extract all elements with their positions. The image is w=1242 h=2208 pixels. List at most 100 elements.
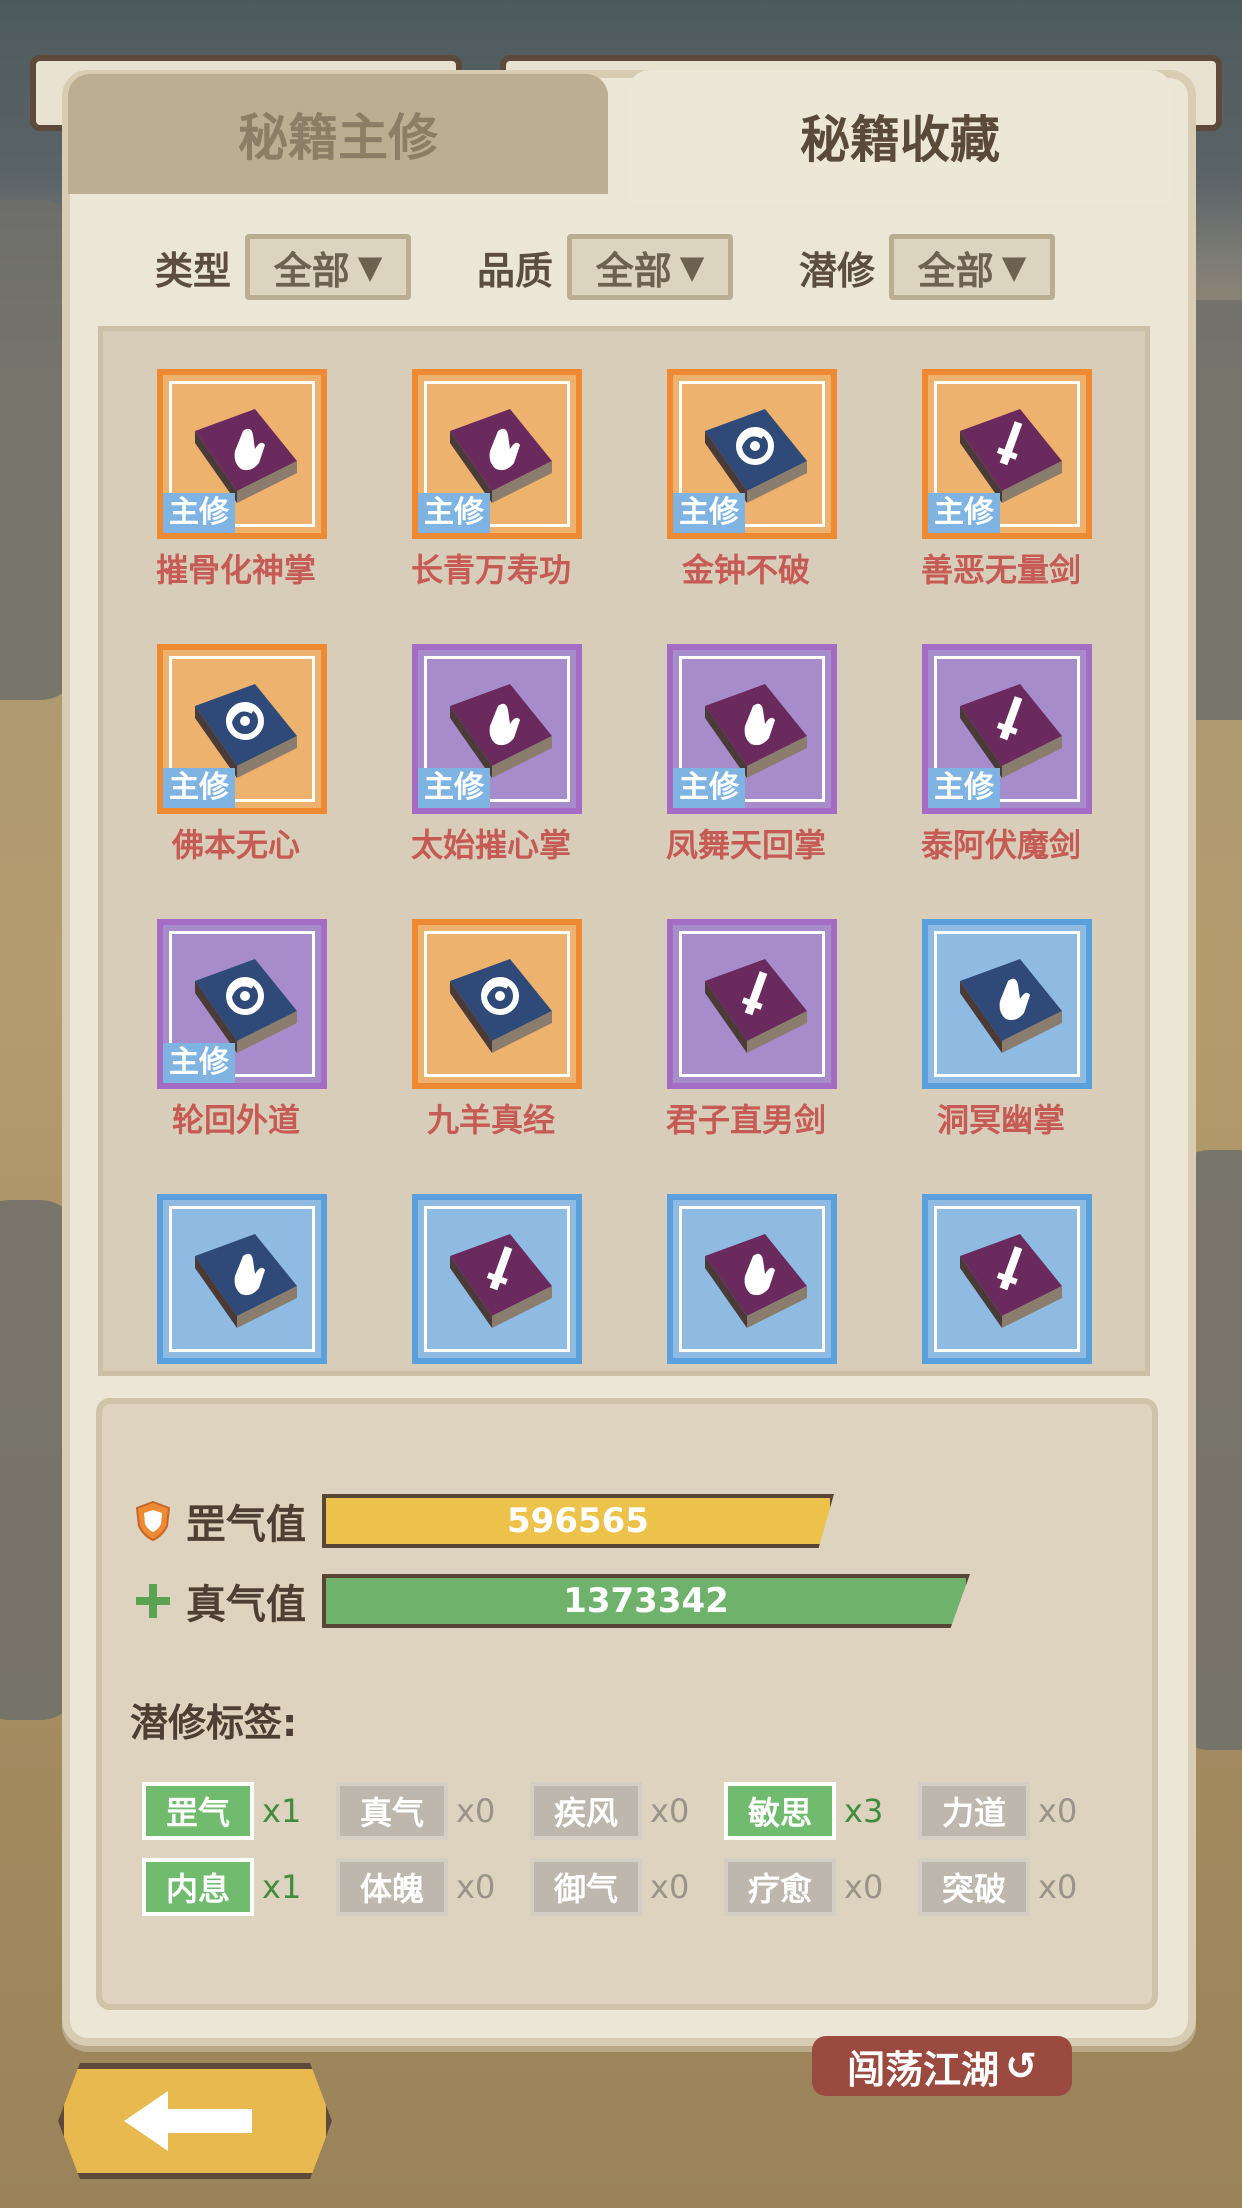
scripture-card[interactable] xyxy=(667,919,837,1089)
scripture-card[interactable]: 主修 xyxy=(157,644,327,814)
scripture-name: 九羊真经 xyxy=(426,1101,555,1139)
scripture-item[interactable] xyxy=(139,1194,339,1371)
scripture-card[interactable]: 主修 xyxy=(922,369,1092,539)
scripture-name: 泰阿伏魔剑 xyxy=(920,826,1081,864)
scripture-name: 凤舞天回掌 xyxy=(665,826,826,864)
latent-tag-chip: 御气 x0 xyxy=(530,1858,689,1916)
latent-tag-chip: 疾风 x0 xyxy=(530,1782,689,1840)
latent-tag-chip: 敏思 x3 xyxy=(724,1782,883,1840)
latent-tag-label: 体魄 xyxy=(336,1858,448,1916)
back-button[interactable] xyxy=(58,2063,332,2179)
arrow-left-icon xyxy=(124,2091,252,2151)
scripture-item[interactable] xyxy=(649,1194,849,1371)
main-tag: 主修 xyxy=(418,768,490,808)
roam-label: 闯荡江湖 xyxy=(847,2047,1000,2092)
tab-scripture-collection[interactable]: 秘籍收藏 xyxy=(628,70,1172,202)
type-filter-label: 类型 xyxy=(155,248,232,293)
scripture-item[interactable]: 主修 长青万寿功 xyxy=(394,369,594,599)
scripture-card[interactable]: 主修 xyxy=(667,644,837,814)
latent-tag-label: 疾风 xyxy=(530,1782,642,1840)
latent-tag-count: x3 xyxy=(844,1792,884,1830)
scripture-item[interactable]: 九羊真经 xyxy=(394,919,594,1149)
latent-tags-title: 潜修标签: xyxy=(130,1701,298,1745)
latent-tag-label: 疗愈 xyxy=(724,1858,836,1916)
return-icon: ↺ xyxy=(1005,2044,1037,2088)
zhen-label: 真气值 xyxy=(186,1582,306,1628)
scripture-name: 太始摧心掌 xyxy=(410,826,571,864)
gang-row: 罡气值 596565 xyxy=(134,1492,834,1550)
gang-bar: 596565 xyxy=(322,1494,834,1548)
scripture-item[interactable]: 君子直男剑 xyxy=(649,919,849,1149)
quality-filter-dropdown[interactable]: 全部 ▼ xyxy=(567,234,734,300)
scripture-name: 轮回外道 xyxy=(171,1101,300,1139)
scripture-card[interactable]: 主修 xyxy=(157,369,327,539)
scripture-item[interactable]: 主修 轮回外道 xyxy=(139,919,339,1149)
latent-tag-label: 力道 xyxy=(918,1782,1030,1840)
scripture-book-icon xyxy=(195,1234,297,1328)
latent-tag-count: x1 xyxy=(262,1792,302,1830)
latent-tag-chip: 体魄 x0 xyxy=(336,1858,495,1916)
stats-panel: 罡气值 596565 真气值 1373342 潜修标签: 罡气 x1 真气 x0 疾… xyxy=(96,1398,1158,2010)
scripture-name: 洞冥幽掌 xyxy=(936,1101,1065,1139)
scripture-item[interactable]: 主修 摧骨化神掌 xyxy=(139,369,339,599)
latent-tag-count: x1 xyxy=(262,1868,302,1906)
latent-tag-chip: 力道 x0 xyxy=(918,1782,1077,1840)
scripture-name: 善恶无量剑 xyxy=(920,551,1081,589)
scripture-item[interactable]: 主修 凤舞天回掌 xyxy=(649,644,849,874)
tab-main-scripture[interactable]: 秘籍主修 xyxy=(68,74,608,194)
chevron-down-icon: ▼ xyxy=(357,248,383,286)
scripture-card[interactable] xyxy=(157,1194,327,1364)
scripture-book-icon xyxy=(960,1234,1062,1328)
latent-tag-chip: 内息 x1 xyxy=(142,1858,301,1916)
scripture-card[interactable]: 主修 xyxy=(157,919,327,1089)
latent-tag-count: x0 xyxy=(1038,1868,1078,1906)
scripture-item[interactable]: 主修 佛本无心 xyxy=(139,644,339,874)
latent-tag-label: 突破 xyxy=(918,1858,1030,1916)
scripture-card[interactable]: 主修 xyxy=(412,644,582,814)
latent-filter-dropdown[interactable]: 全部 ▼ xyxy=(889,234,1056,300)
scripture-card[interactable] xyxy=(667,1194,837,1364)
latent-tag-count: x0 xyxy=(456,1868,496,1906)
latent-tag-label: 罡气 xyxy=(142,1782,254,1840)
scripture-card[interactable]: 主修 xyxy=(922,644,1092,814)
type-filter-dropdown[interactable]: 全部 ▼ xyxy=(245,234,412,300)
latent-tag-count: x0 xyxy=(650,1792,690,1830)
scripture-item[interactable]: 洞冥幽掌 xyxy=(904,919,1104,1149)
roam-jianghu-button[interactable]: 闯荡江湖 ↺ xyxy=(812,2036,1072,2096)
latent-tag-count: x0 xyxy=(456,1792,496,1830)
scripture-book-icon xyxy=(450,1234,552,1328)
latent-tag-count: x0 xyxy=(844,1868,884,1906)
shield-icon xyxy=(135,1500,171,1542)
latent-tag-count: x0 xyxy=(1038,1792,1078,1830)
scripture-item[interactable]: 主修 泰阿伏魔剑 xyxy=(904,644,1104,874)
scripture-card[interactable] xyxy=(922,1194,1092,1364)
main-tag: 主修 xyxy=(673,768,745,808)
scripture-card[interactable] xyxy=(412,1194,582,1364)
scripture-item[interactable]: 主修 善恶无量剑 xyxy=(904,369,1104,599)
gang-value: 596565 xyxy=(507,1501,649,1541)
latent-tag-label: 御气 xyxy=(530,1858,642,1916)
scripture-name: 摧骨化神掌 xyxy=(155,551,316,589)
main-tag: 主修 xyxy=(928,493,1000,533)
zhen-row: 真气值 1373342 xyxy=(134,1572,970,1630)
scripture-item[interactable]: 主修 金钟不破 xyxy=(649,369,849,599)
latent-tag-label: 内息 xyxy=(142,1858,254,1916)
scripture-name: 佛本无心 xyxy=(171,826,300,864)
latent-tag-chip: 真气 x0 xyxy=(336,1782,495,1840)
filter-bar: 类型 全部 ▼ 品质 全部 ▼ 潜修 全部 ▼ xyxy=(155,234,1155,300)
scripture-card[interactable] xyxy=(412,919,582,1089)
latent-filter-value: 全部 xyxy=(917,248,994,293)
scripture-item[interactable]: 主修 太始摧心掌 xyxy=(394,644,594,874)
latent-filter-label: 潜修 xyxy=(799,248,876,293)
main-tag: 主修 xyxy=(163,493,235,533)
scripture-card[interactable] xyxy=(922,919,1092,1089)
scripture-item[interactable] xyxy=(904,1194,1104,1371)
scripture-item[interactable] xyxy=(394,1194,594,1371)
latent-tag-count: x0 xyxy=(650,1868,690,1906)
quality-filter-value: 全部 xyxy=(595,248,672,293)
zhen-value: 1373342 xyxy=(563,1581,729,1621)
latent-tag-label: 真气 xyxy=(336,1782,448,1840)
scripture-grid[interactable]: 主修 摧骨化神掌 主修 长青万寿功 主修 金钟不破 主修 善恶无量剑 主修 佛本… xyxy=(98,326,1150,1376)
scripture-card[interactable]: 主修 xyxy=(412,369,582,539)
scripture-card[interactable]: 主修 xyxy=(667,369,837,539)
